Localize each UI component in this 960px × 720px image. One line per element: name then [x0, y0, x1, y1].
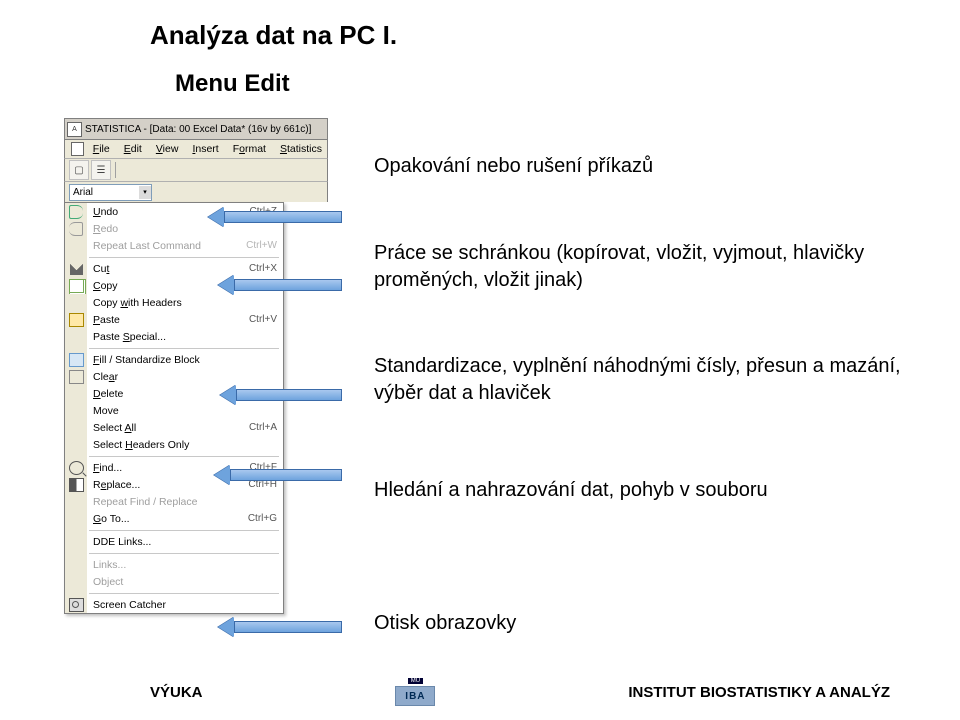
menu-item-label: Select All — [87, 422, 249, 434]
app-icon: A — [67, 122, 82, 137]
menu-item-label: Move — [87, 405, 277, 417]
blank-icon — [65, 328, 87, 345]
arrow-1 — [208, 210, 342, 224]
menu-item-paste-special[interactable]: Paste Special... — [65, 328, 283, 345]
menu-item-label: Repeat Find / Replace — [87, 496, 277, 508]
slide-title: Analýza dat na PC I. — [150, 20, 397, 51]
menu-item-cut[interactable]: CutCtrl+X — [65, 260, 283, 277]
menu-item-label: Links... — [87, 559, 277, 571]
menu-item-go-to[interactable]: Go To...Ctrl+G — [65, 510, 283, 527]
tool-open-icon[interactable]: ☰ — [91, 160, 111, 180]
menu-item-label: Fill / Standardize Block — [87, 354, 277, 366]
menu-item-label: Paste Special... — [87, 331, 277, 343]
find-icon — [65, 459, 87, 476]
annotation-screen: Otisk obrazovky — [374, 610, 894, 637]
fill-icon — [65, 351, 87, 368]
paste-icon — [65, 311, 87, 328]
menu-item-select-headers-only[interactable]: Select Headers Only — [65, 436, 283, 453]
menu-edit[interactable]: Edit — [119, 142, 147, 156]
cam-icon — [65, 596, 87, 613]
annotation-standardize: Standardizace, vyplnění náhodnými čísly,… — [374, 353, 934, 407]
blank-icon — [65, 294, 87, 311]
arrow-5 — [218, 620, 342, 634]
menu-insert[interactable]: Insert — [187, 142, 223, 156]
menu-item-shortcut: Ctrl+W — [246, 240, 277, 251]
menu-item-copy-with-headers[interactable]: Copy with Headers — [65, 294, 283, 311]
edit-menu-dropdown: UndoCtrl+ZRedoRepeat Last CommandCtrl+WC… — [64, 202, 284, 614]
toolbar: ▢ ☰ — [64, 159, 328, 182]
menu-file[interactable]: File — [88, 142, 115, 156]
annotation-undo-redo: Opakování nebo rušení příkazů — [374, 153, 894, 180]
menu-item-label: Cut — [87, 263, 249, 275]
arrow-3 — [220, 388, 342, 402]
chevron-down-icon[interactable]: ▾ — [139, 186, 151, 199]
blank-icon — [65, 510, 87, 527]
footer: VÝUKA MU IBA INSTITUT BIOSTATISTIKY A AN… — [0, 678, 960, 706]
menu-view[interactable]: View — [151, 142, 184, 156]
menu-item-clear[interactable]: Clear — [65, 368, 283, 385]
menu-item-shortcut: Ctrl+G — [248, 513, 277, 524]
menu-item-fill-standardize-block[interactable]: Fill / Standardize Block — [65, 351, 283, 368]
blank-icon — [65, 556, 87, 573]
menu-item-label: Repeat Last Command — [87, 240, 246, 252]
annotation-clipboard: Práce se schránkou (kopírovat, vložit, v… — [374, 240, 894, 294]
annotation-find: Hledání a nahrazování dat, pohyb v soubo… — [374, 477, 914, 504]
titlebar: A STATISTICA - [Data: 00 Excel Data* (16… — [64, 118, 328, 140]
menu-item-shortcut: Ctrl+V — [249, 314, 277, 325]
footer-left: VÝUKA — [150, 684, 203, 701]
menu-item-repeat-last-command: Repeat Last CommandCtrl+W — [65, 237, 283, 254]
blank-icon — [65, 573, 87, 590]
font-selector[interactable]: Arial ▾ — [69, 184, 152, 201]
menu-item-label: Clear — [87, 371, 277, 383]
menu-item-label: Redo — [87, 223, 277, 235]
menu-item-select-all[interactable]: Select AllCtrl+A — [65, 419, 283, 436]
menu-item-label: Go To... — [87, 513, 248, 525]
arrow-2 — [218, 278, 342, 292]
menu-item-move[interactable]: Move — [65, 402, 283, 419]
menu-format[interactable]: Format — [228, 142, 271, 156]
menu-item-label: Select Headers Only — [87, 439, 277, 451]
slide-subtitle: Menu Edit — [175, 70, 290, 98]
menu-item-object: Object — [65, 573, 283, 590]
menu-item-label: Screen Catcher — [87, 599, 277, 611]
menu-item-screen-catcher[interactable]: Screen Catcher — [65, 596, 283, 613]
menu-item-links: Links... — [65, 556, 283, 573]
menu-item-shortcut: Ctrl+X — [249, 263, 277, 274]
menu-item-label: Object — [87, 576, 277, 588]
menu-item-label: Copy with Headers — [87, 297, 277, 309]
redo-icon — [65, 220, 87, 237]
arrow-4 — [214, 468, 342, 482]
footer-right: INSTITUT BIOSTATISTIKY A ANALÝZ — [628, 684, 890, 701]
blank-icon — [65, 237, 87, 254]
menu-item-label: Paste — [87, 314, 249, 326]
menu-item-shortcut: Ctrl+A — [249, 422, 277, 433]
toolbar-separator — [115, 162, 116, 178]
blank-icon — [65, 419, 87, 436]
footer-logo: MU IBA — [395, 678, 435, 706]
menu-statistics[interactable]: Statistics — [275, 142, 327, 156]
menu-item-paste[interactable]: PasteCtrl+V — [65, 311, 283, 328]
footer-logo-top: MU — [408, 678, 423, 684]
menu-item-dde-links[interactable]: DDE Links... — [65, 533, 283, 550]
blank-icon — [65, 436, 87, 453]
clear-icon — [65, 368, 87, 385]
menubar: File Edit View Insert Format Statistics — [64, 140, 328, 159]
undo-icon — [65, 203, 87, 220]
statistica-window: A STATISTICA - [Data: 00 Excel Data* (16… — [64, 118, 328, 614]
menu-item-label: DDE Links... — [87, 536, 277, 548]
doc-icon — [71, 142, 84, 156]
blank-icon — [65, 493, 87, 510]
window-title: STATISTICA - [Data: 00 Excel Data* (16v … — [85, 124, 311, 135]
blank-icon — [65, 385, 87, 402]
copy-icon — [65, 277, 87, 294]
blank-icon — [65, 402, 87, 419]
tool-new-icon[interactable]: ▢ — [69, 160, 89, 180]
blank-icon — [65, 533, 87, 550]
menu-item-repeat-find-replace: Repeat Find / Replace — [65, 493, 283, 510]
font-row: Arial ▾ — [64, 182, 328, 202]
cut-icon — [65, 260, 87, 277]
repl-icon — [65, 476, 87, 493]
footer-logo-mid: IBA — [395, 686, 435, 706]
font-selector-value: Arial — [73, 187, 93, 198]
